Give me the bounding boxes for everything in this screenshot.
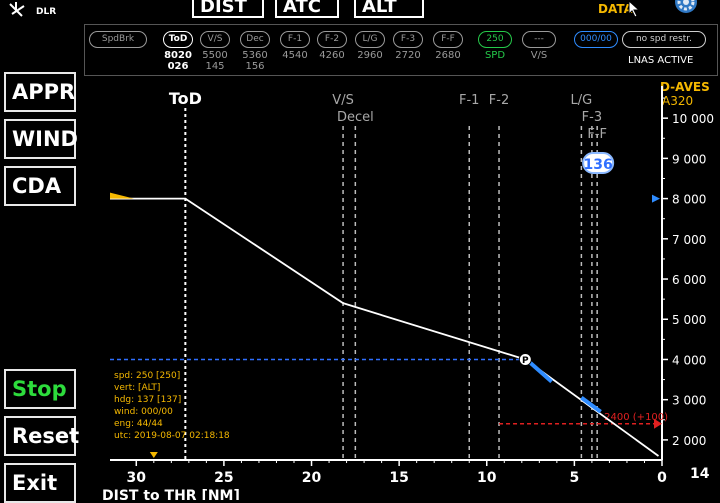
altitude-target-arrow — [652, 194, 660, 203]
y-tick-label: 7 000 — [672, 233, 706, 247]
x-tick-label: 15 — [389, 470, 408, 486]
flight-info-box: spd: 250 [250] vert: [ALT] hdg: 137 [137] w… — [114, 370, 230, 442]
y-tick-label: 2 000 — [672, 434, 706, 448]
marker-label-tod: ToD — [169, 89, 202, 108]
marker-label-f1: F-1 — [459, 93, 479, 108]
info-line: utc: 2019-08-07 02:18:18 — [114, 431, 230, 441]
y-tick-label: 9 000 — [672, 152, 706, 166]
x-tick-label: 20 — [302, 470, 322, 486]
y-tick-label: 10 000 — [672, 112, 714, 126]
x-tick-label: 0 — [657, 470, 667, 486]
target-altitude-label: 2400 (+100) — [604, 412, 668, 423]
y-tick-label: 5 000 — [672, 313, 706, 327]
y-tick-label: 3 000 — [672, 394, 706, 408]
info-line: wind: 000/00 — [114, 407, 173, 417]
x-tick-label: 10 — [477, 470, 497, 486]
y-tick-label: 6 000 — [672, 273, 706, 287]
distance-marker — [149, 452, 158, 458]
marker-label-ff: F-F — [587, 127, 607, 142]
marker-label-decel: Decel — [337, 110, 374, 125]
info-line: hdg: 137 [137] — [114, 395, 182, 405]
y-tick-label: 8 000 — [672, 193, 706, 207]
vertical-profile-chart[interactable]: 30 25 20 15 10 5 0 DIST to THR [NM] 2 000 3 000 4 … — [0, 0, 720, 500]
waypoint-label: P — [522, 356, 529, 366]
selected-altitude-marker — [110, 192, 134, 199]
x-tick-label: 30 — [127, 470, 147, 486]
marker-label-vs: V/S — [332, 93, 354, 108]
marker-label-f3: F-3 — [582, 110, 602, 125]
speed-badge-value: 136 — [584, 157, 613, 173]
x-axis-label: DIST to THR [NM] — [102, 488, 240, 500]
info-line: spd: 250 [250] — [114, 371, 181, 381]
trailing-number: 14 — [690, 466, 710, 482]
info-line: eng: 44/44 — [114, 419, 163, 429]
x-tick-label: 25 — [214, 470, 233, 486]
x-tick-label: 5 — [570, 470, 580, 486]
marker-label-f2: F-2 — [489, 93, 509, 108]
marker-label-lg: L/G — [571, 93, 593, 108]
y-tick-label: 4 000 — [672, 353, 706, 367]
info-line: vert: [ALT] — [114, 383, 161, 393]
active-segment — [527, 359, 553, 384]
